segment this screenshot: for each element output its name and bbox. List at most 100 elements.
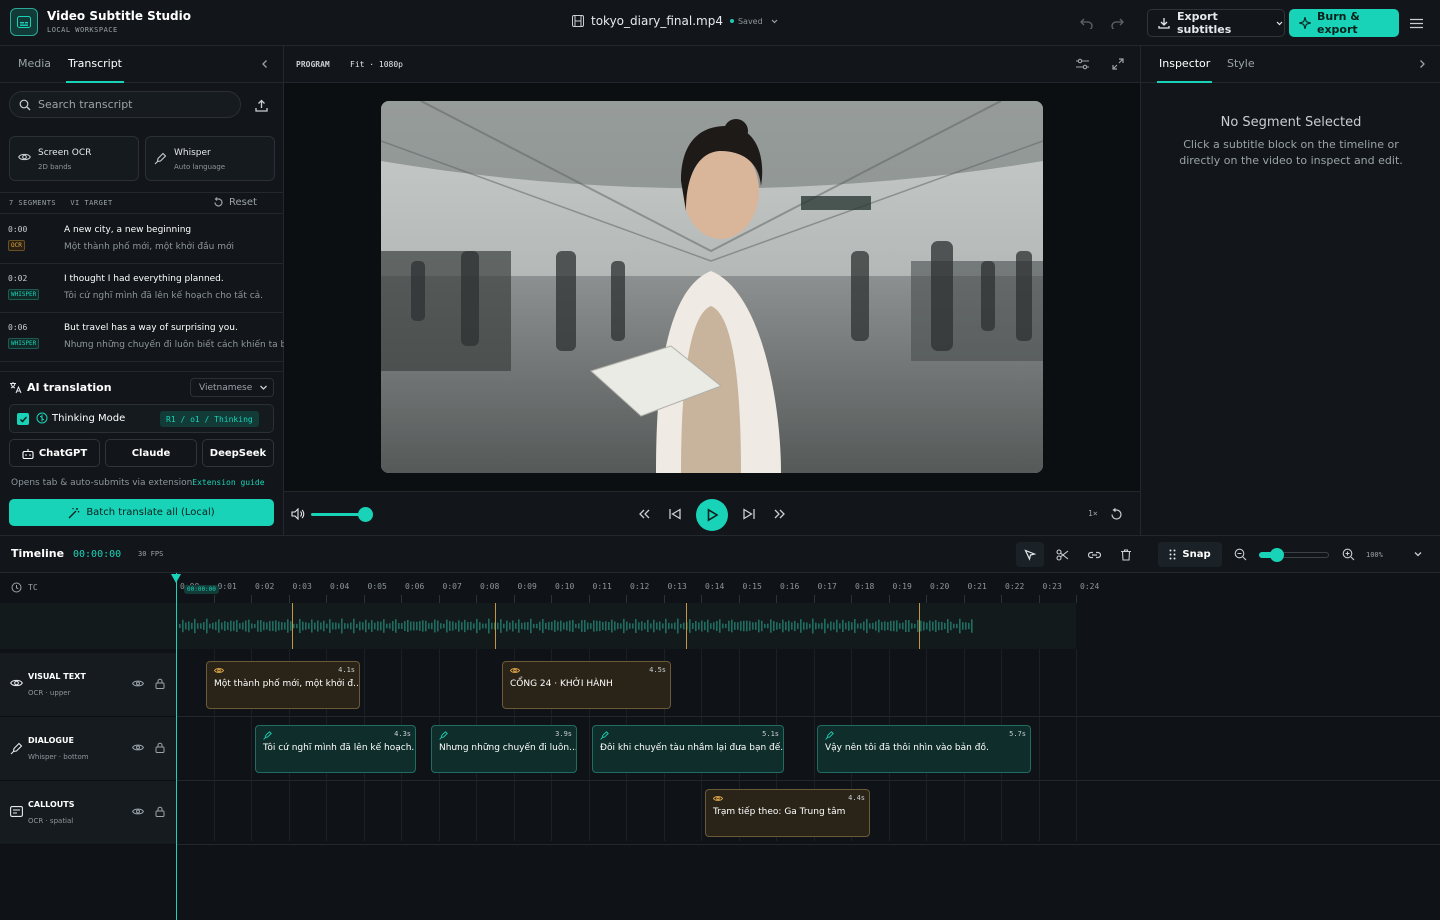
subtitle-clip[interactable]: 5.1s Đôi khi chuyến tàu nhầm lại đưa bạn…	[592, 725, 784, 773]
menu-icon[interactable]	[1407, 14, 1425, 32]
provider-deepseek-button[interactable]: DeepSeek	[202, 439, 274, 467]
upload-button[interactable]	[252, 96, 270, 114]
zoom-in-icon[interactable]	[1339, 545, 1357, 563]
burn-export-button[interactable]: Burn & export	[1289, 9, 1399, 37]
waveform-bar	[818, 623, 820, 629]
waveform-bar	[599, 620, 601, 632]
waveform-bar	[344, 623, 346, 629]
ruler-tick-line	[701, 595, 702, 603]
visibility-toggle-icon[interactable]	[132, 743, 144, 752]
waveform-bar	[242, 622, 244, 630]
export-subtitles-button[interactable]: Export subtitles	[1147, 9, 1285, 37]
thinking-mode-toggle[interactable]: Thinking Mode R1 / o1 / Thinking	[9, 404, 274, 433]
segment-row[interactable]: 0:06 WHISPER But travel has a way of sur…	[0, 313, 284, 362]
waveform-bar	[794, 620, 796, 632]
eye-icon	[214, 667, 224, 674]
ruler-tick: 0:11	[592, 582, 612, 591]
search-input[interactable]	[38, 98, 228, 111]
waveform-bar	[935, 620, 937, 632]
skip-forward-icon[interactable]	[740, 505, 758, 523]
batch-translate-button[interactable]: Batch translate all (Local)	[9, 499, 274, 526]
settings-sliders-icon[interactable]	[1073, 55, 1091, 73]
rewind-icon[interactable]	[635, 505, 653, 523]
zoom-out-icon[interactable]	[1231, 545, 1249, 563]
lane-visual-text[interactable]	[176, 653, 1440, 717]
collapse-panel-button[interactable]	[256, 55, 274, 73]
fullscreen-icon[interactable]	[1109, 55, 1127, 73]
waveform-bar	[653, 619, 655, 633]
waveform-bar	[746, 620, 748, 632]
loop-icon[interactable]	[1107, 505, 1125, 523]
waveform-bar	[812, 618, 814, 634]
waveform-bar	[179, 624, 181, 628]
undo-button[interactable]	[1078, 14, 1096, 32]
visibility-toggle-icon[interactable]	[132, 807, 144, 816]
waveform-bar	[413, 621, 415, 631]
volume-icon[interactable]	[289, 505, 307, 523]
tab-transcript[interactable]: Transcript	[66, 57, 124, 83]
audio-waveform[interactable]	[176, 603, 1076, 649]
waveform-bar	[758, 619, 760, 633]
provider-chatgpt-button[interactable]: ChatGPT	[9, 439, 100, 467]
skip-back-icon[interactable]	[666, 505, 684, 523]
tab-style[interactable]: Style	[1227, 57, 1255, 70]
waveform-bar	[806, 622, 808, 630]
source-whisper[interactable]: Whisper Auto language	[145, 136, 275, 181]
ruler-tick-line	[213, 595, 215, 603]
file-switcher[interactable]: tokyo_diary_final.mp4 Saved	[572, 14, 779, 28]
volume-handle[interactable]	[358, 507, 373, 522]
subtitle-clip[interactable]: 5.7s Vậy nên tôi đã thôi nhìn vào bản đồ…	[817, 725, 1031, 773]
visibility-toggle-icon[interactable]	[132, 679, 144, 688]
ruler-tick-line	[1076, 595, 1077, 603]
language-select[interactable]: Vietnamese	[190, 378, 274, 397]
video-frame[interactable]	[381, 101, 1043, 473]
segment-row[interactable]: 0:00 OCR A new city, a new beginning Một…	[0, 215, 284, 264]
ruler-tick-line	[1038, 595, 1040, 603]
grip-icon	[1169, 549, 1176, 560]
subtitle-clip[interactable]: 4.5s CỔNG 24 · KHỞI HÀNH	[502, 661, 671, 709]
waveform-bar	[773, 621, 775, 631]
segment-row[interactable]: 0:02 WHISPER I thought I had everything …	[0, 264, 284, 313]
subtitle-clip[interactable]: 3.9s Nhưng những chuyến đi luôn...	[431, 725, 577, 773]
fast-forward-icon[interactable]	[771, 505, 789, 523]
extension-guide-link[interactable]: Extension guide	[192, 478, 264, 487]
source-screen-ocr[interactable]: Screen OCR 2D bands	[9, 136, 139, 181]
split-tool-button[interactable]	[1048, 542, 1076, 567]
scissors-icon	[1055, 548, 1069, 561]
playhead-handle[interactable]	[171, 574, 181, 583]
waveform-bar	[299, 618, 301, 634]
snap-toggle[interactable]: Snap	[1158, 542, 1222, 567]
lock-icon[interactable]	[155, 678, 165, 689]
tab-inspector[interactable]: Inspector	[1156, 57, 1213, 83]
subtitle-clip[interactable]: 4.1s Một thành phố mới, một khởi đ...	[206, 661, 360, 709]
waveform-bar	[296, 623, 298, 629]
waveform-bar	[422, 620, 424, 632]
provider-claude-button[interactable]: Claude	[105, 439, 197, 467]
lock-icon[interactable]	[155, 806, 165, 817]
redo-button[interactable]	[1108, 14, 1126, 32]
timeline-timecode: 00:00:00	[73, 549, 122, 560]
expand-panel-button[interactable]	[1413, 55, 1431, 73]
link-tool-button[interactable]	[1080, 542, 1108, 567]
subtitle-clip[interactable]: 4.3s Tôi cứ nghĩ mình đã lên kế hoạch...	[255, 725, 416, 773]
waveform-bar	[956, 623, 958, 629]
waveform-bar	[446, 619, 448, 633]
play-button[interactable]	[696, 499, 728, 531]
ruler-tick: 0:24	[1080, 582, 1100, 591]
fit-resolution[interactable]: Fit · 1080p	[350, 60, 403, 69]
waveform-bar	[272, 621, 274, 631]
delete-button[interactable]	[1112, 542, 1140, 567]
playhead[interactable]	[176, 573, 177, 920]
subtitle-clip[interactable]: 4.4s Trạm tiếp theo: Ga Trung tâm	[705, 789, 870, 837]
playback-speed[interactable]: 1×	[1088, 509, 1098, 518]
waveform-bar	[221, 622, 223, 630]
lock-icon[interactable]	[155, 742, 165, 753]
tab-media[interactable]: Media	[18, 57, 51, 70]
select-tool-button[interactable]	[1016, 542, 1044, 567]
chevron-down-icon[interactable]	[1409, 545, 1427, 563]
reset-button[interactable]: Reset	[213, 197, 257, 208]
zoom-handle[interactable]	[1270, 548, 1284, 562]
waveform-bar	[845, 622, 847, 630]
checkbox-checked[interactable]	[17, 413, 29, 425]
waveform-bar	[704, 621, 706, 631]
